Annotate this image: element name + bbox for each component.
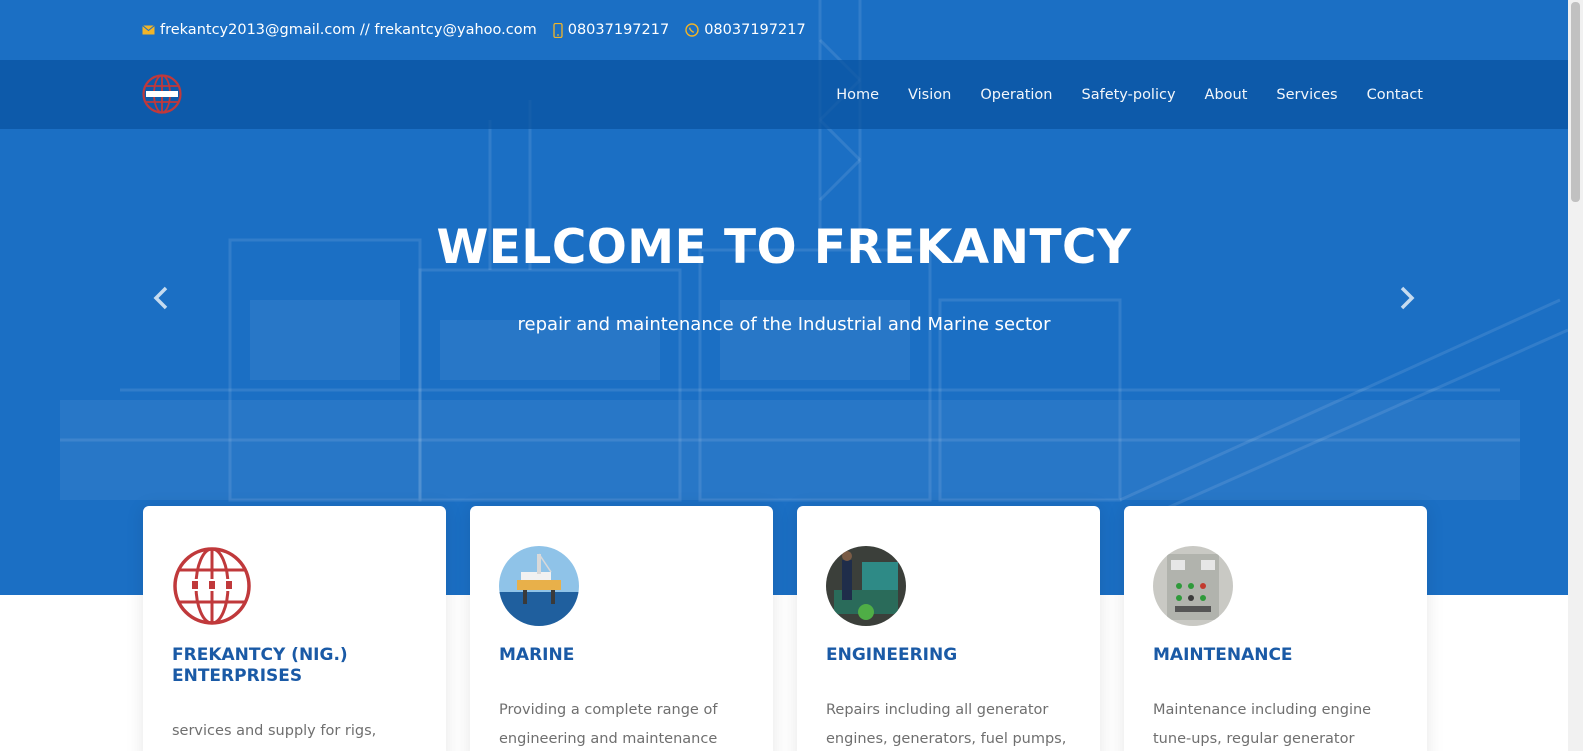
- page-scrollbar[interactable]: [1568, 0, 1583, 751]
- card-title: MAINTENANCE: [1153, 645, 1293, 665]
- main-navbar: Home Vision Operation Safety-policy Abou…: [0, 60, 1568, 129]
- nav-contact[interactable]: Contact: [1367, 87, 1423, 103]
- feature-card-engineering: ENGINEERING Repairs including all genera…: [797, 506, 1100, 751]
- nav-vision[interactable]: Vision: [908, 87, 951, 103]
- email-contact[interactable]: frekantcy2013@gmail.com // frekantcy@yah…: [142, 22, 537, 38]
- mobile-phone-icon: [553, 22, 563, 38]
- phone-contact[interactable]: 08037197217: [553, 22, 669, 38]
- card-title: FREKANTCY (NIG.) ENTERPRISES: [172, 645, 348, 686]
- phone-text: 08037197217: [567, 22, 670, 38]
- nav-operation[interactable]: Operation: [980, 87, 1052, 103]
- carousel-next-arrow-icon[interactable]: [1394, 284, 1418, 312]
- card-text: Repairs including all generator engines,…: [826, 702, 1067, 747]
- main-nav-menu: Home Vision Operation Safety-policy Abou…: [807, 60, 1423, 129]
- scrollbar-thumb[interactable]: [1571, 2, 1580, 202]
- company-logo-thumbnail: [172, 546, 252, 626]
- carousel-prev-arrow-icon[interactable]: [150, 284, 174, 312]
- card-title: MARINE: [499, 645, 575, 665]
- card-text: Providing a complete range of engineerin…: [499, 702, 718, 747]
- engine-room-photo: [826, 546, 906, 626]
- card-text: Maintenance including engine tune-ups, r…: [1153, 702, 1372, 747]
- nav-safety-policy[interactable]: Safety-policy: [1082, 87, 1176, 103]
- envelope-icon: [142, 25, 155, 35]
- feature-card-marine: MARINE Providing a complete range of eng…: [470, 506, 773, 751]
- contact-topbar: frekantcy2013@gmail.com // frekantcy@yah…: [0, 0, 1568, 60]
- whatsapp-text: 08037197217: [704, 22, 806, 38]
- offshore-platform-photo: [499, 546, 579, 626]
- whatsapp-icon: [685, 23, 699, 37]
- nav-services[interactable]: Services: [1276, 87, 1337, 103]
- feature-card-company: FREKANTCY (NIG.) ENTERPRISES services an…: [143, 506, 446, 751]
- nav-home[interactable]: Home: [836, 87, 879, 103]
- whatsapp-contact[interactable]: 08037197217: [685, 22, 806, 38]
- company-logo[interactable]: [142, 74, 182, 114]
- card-text: services and supply for rigs,: [172, 723, 377, 739]
- card-title: ENGINEERING: [826, 645, 958, 665]
- hero-title: WELCOME TO FREKANTCY: [436, 220, 1132, 275]
- control-panel-photo: [1153, 546, 1233, 626]
- nav-about[interactable]: About: [1205, 87, 1248, 103]
- hero-subtitle: repair and maintenance of the Industrial…: [517, 314, 1051, 335]
- feature-card-maintenance: MAINTENANCE Maintenance including engine…: [1124, 506, 1427, 751]
- email-text: frekantcy2013@gmail.com // frekantcy@yah…: [160, 22, 537, 38]
